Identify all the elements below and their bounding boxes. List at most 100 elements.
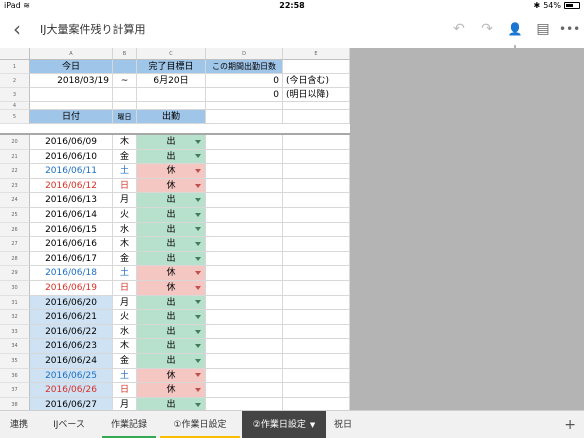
empty-cell[interactable] <box>283 149 350 165</box>
date-cell[interactable]: 2016/06/16 <box>30 237 113 252</box>
weekday-cell[interactable]: 土 <box>113 164 137 179</box>
work-status-dropdown[interactable]: 休 <box>137 368 206 384</box>
empty-cell[interactable] <box>283 266 350 281</box>
work-status-dropdown[interactable]: 出 <box>137 295 206 311</box>
work-status-dropdown[interactable]: 休 <box>137 164 206 179</box>
date-cell[interactable]: 2016/06/26 <box>30 383 113 398</box>
cell-d4[interactable] <box>206 102 283 110</box>
date-cell[interactable]: 2016/06/22 <box>30 324 113 340</box>
date-cell[interactable]: 2016/06/09 <box>30 135 113 150</box>
dropdown-arrow-icon[interactable] <box>195 402 201 407</box>
cell-d3[interactable]: 0 <box>206 88 283 102</box>
dropdown-arrow-icon[interactable] <box>195 241 201 246</box>
work-status-dropdown[interactable]: 出 <box>137 149 206 165</box>
cell-c3[interactable] <box>137 88 206 102</box>
comment-icon[interactable]: ▤ <box>533 19 553 39</box>
empty-cell[interactable] <box>283 397 350 410</box>
work-status-dropdown[interactable]: 出 <box>137 222 206 238</box>
cell-e4[interactable] <box>283 102 350 110</box>
weekday-cell[interactable]: 日 <box>113 178 137 194</box>
weekday-cell[interactable]: 水 <box>113 222 137 238</box>
empty-cell[interactable] <box>206 368 283 384</box>
empty-cell[interactable] <box>206 281 283 296</box>
dropdown-arrow-icon[interactable] <box>195 387 201 392</box>
date-cell[interactable]: 2016/06/20 <box>30 295 113 311</box>
date-cell[interactable]: 2016/06/14 <box>30 208 113 223</box>
empty-cell[interactable] <box>206 310 283 325</box>
row-header[interactable]: 26 <box>0 222 30 238</box>
sheet-tab[interactable]: 祝日 <box>326 411 360 438</box>
dropdown-arrow-icon[interactable] <box>195 139 201 144</box>
date-cell[interactable]: 2016/06/21 <box>30 310 113 325</box>
cell-b5[interactable]: 曜日 <box>113 110 137 124</box>
weekday-cell[interactable]: 日 <box>113 281 137 296</box>
column-header-c[interactable]: C <box>137 48 206 60</box>
empty-cell[interactable] <box>283 208 350 223</box>
column-header-d[interactable]: D <box>206 48 283 60</box>
empty-cell[interactable] <box>283 237 350 252</box>
empty-cell[interactable] <box>283 354 350 369</box>
dropdown-arrow-icon[interactable] <box>195 344 201 349</box>
cell-b3[interactable] <box>113 88 137 102</box>
empty-cell[interactable] <box>283 310 350 325</box>
dropdown-arrow-icon[interactable] <box>195 168 201 173</box>
cell-d1[interactable]: この期間出勤日数 <box>206 60 283 74</box>
caret-down-icon[interactable]: ▼ <box>310 421 315 429</box>
cell-a5[interactable]: 日付 <box>30 110 113 124</box>
empty-cell[interactable] <box>283 324 350 340</box>
date-cell[interactable]: 2016/06/12 <box>30 178 113 194</box>
row-header[interactable]: 25 <box>0 208 30 223</box>
spreadsheet-grid[interactable]: A B C D E 1 今日 完了目標日 この期間出勤日数 2 2018/03/19 ~6月20日 0(… <box>0 48 584 410</box>
weekday-cell[interactable]: 水 <box>113 324 137 340</box>
date-cell[interactable]: 2016/06/24 <box>30 354 113 369</box>
row-header[interactable]: 32 <box>0 310 30 325</box>
empty-cell[interactable] <box>283 222 350 238</box>
date-cell[interactable]: 2016/06/25 <box>30 368 113 384</box>
chevron-left-icon[interactable]: ‹ <box>6 16 28 42</box>
cell-d2[interactable]: 0 <box>206 74 283 88</box>
empty-cell[interactable] <box>206 354 283 369</box>
weekday-cell[interactable]: 月 <box>113 295 137 311</box>
date-cell[interactable]: 2016/06/23 <box>30 339 113 354</box>
sheet-tab[interactable]: 作業記録 <box>100 411 158 438</box>
weekday-cell[interactable]: 日 <box>113 383 137 398</box>
empty-cell[interactable] <box>283 281 350 296</box>
dropdown-arrow-icon[interactable] <box>195 271 201 276</box>
cell-e5[interactable] <box>283 110 350 124</box>
date-cell[interactable]: 2016/06/19 <box>30 281 113 296</box>
dropdown-arrow-icon[interactable] <box>195 198 201 203</box>
work-status-dropdown[interactable]: 出 <box>137 324 206 340</box>
weekday-cell[interactable]: 木 <box>113 237 137 252</box>
empty-cell[interactable] <box>206 266 283 281</box>
dropdown-arrow-icon[interactable] <box>195 183 201 188</box>
cell-a2[interactable]: 2018/03/19 <box>30 74 113 88</box>
row-header[interactable]: 4 <box>0 102 30 110</box>
weekday-cell[interactable]: 金 <box>113 149 137 165</box>
work-status-dropdown[interactable]: 出 <box>137 339 206 354</box>
column-header-a[interactable]: A <box>30 48 113 60</box>
date-cell[interactable]: 2016/06/18 <box>30 266 113 281</box>
weekday-cell[interactable]: 月 <box>113 397 137 410</box>
empty-cell[interactable] <box>206 149 283 165</box>
dropdown-arrow-icon[interactable] <box>195 373 201 378</box>
work-status-dropdown[interactable]: 休 <box>137 383 206 398</box>
work-status-dropdown[interactable]: 出 <box>137 193 206 208</box>
row-header[interactable]: 22 <box>0 164 30 179</box>
cell-c4[interactable] <box>137 102 206 110</box>
sheet-tab[interactable]: ①作業日設定 <box>158 411 242 438</box>
more-icon[interactable]: ••• <box>559 19 580 39</box>
column-header-e[interactable]: E <box>283 48 350 60</box>
row-header[interactable]: 37 <box>0 383 30 398</box>
cell-c2[interactable]: 6月20日 <box>137 74 206 88</box>
work-status-dropdown[interactable]: 休 <box>137 266 206 281</box>
sheet-tab[interactable]: 連携 <box>0 411 38 438</box>
empty-cell[interactable] <box>206 222 283 238</box>
cell-b2[interactable]: ~ <box>113 74 137 88</box>
dropdown-arrow-icon[interactable] <box>195 285 201 290</box>
work-status-dropdown[interactable]: 休 <box>137 178 206 194</box>
row-header[interactable]: 2 <box>0 74 30 88</box>
empty-cell[interactable] <box>206 178 283 194</box>
work-status-dropdown[interactable]: 出 <box>137 208 206 223</box>
row-header[interactable]: 36 <box>0 368 30 384</box>
empty-cell[interactable] <box>283 295 350 311</box>
